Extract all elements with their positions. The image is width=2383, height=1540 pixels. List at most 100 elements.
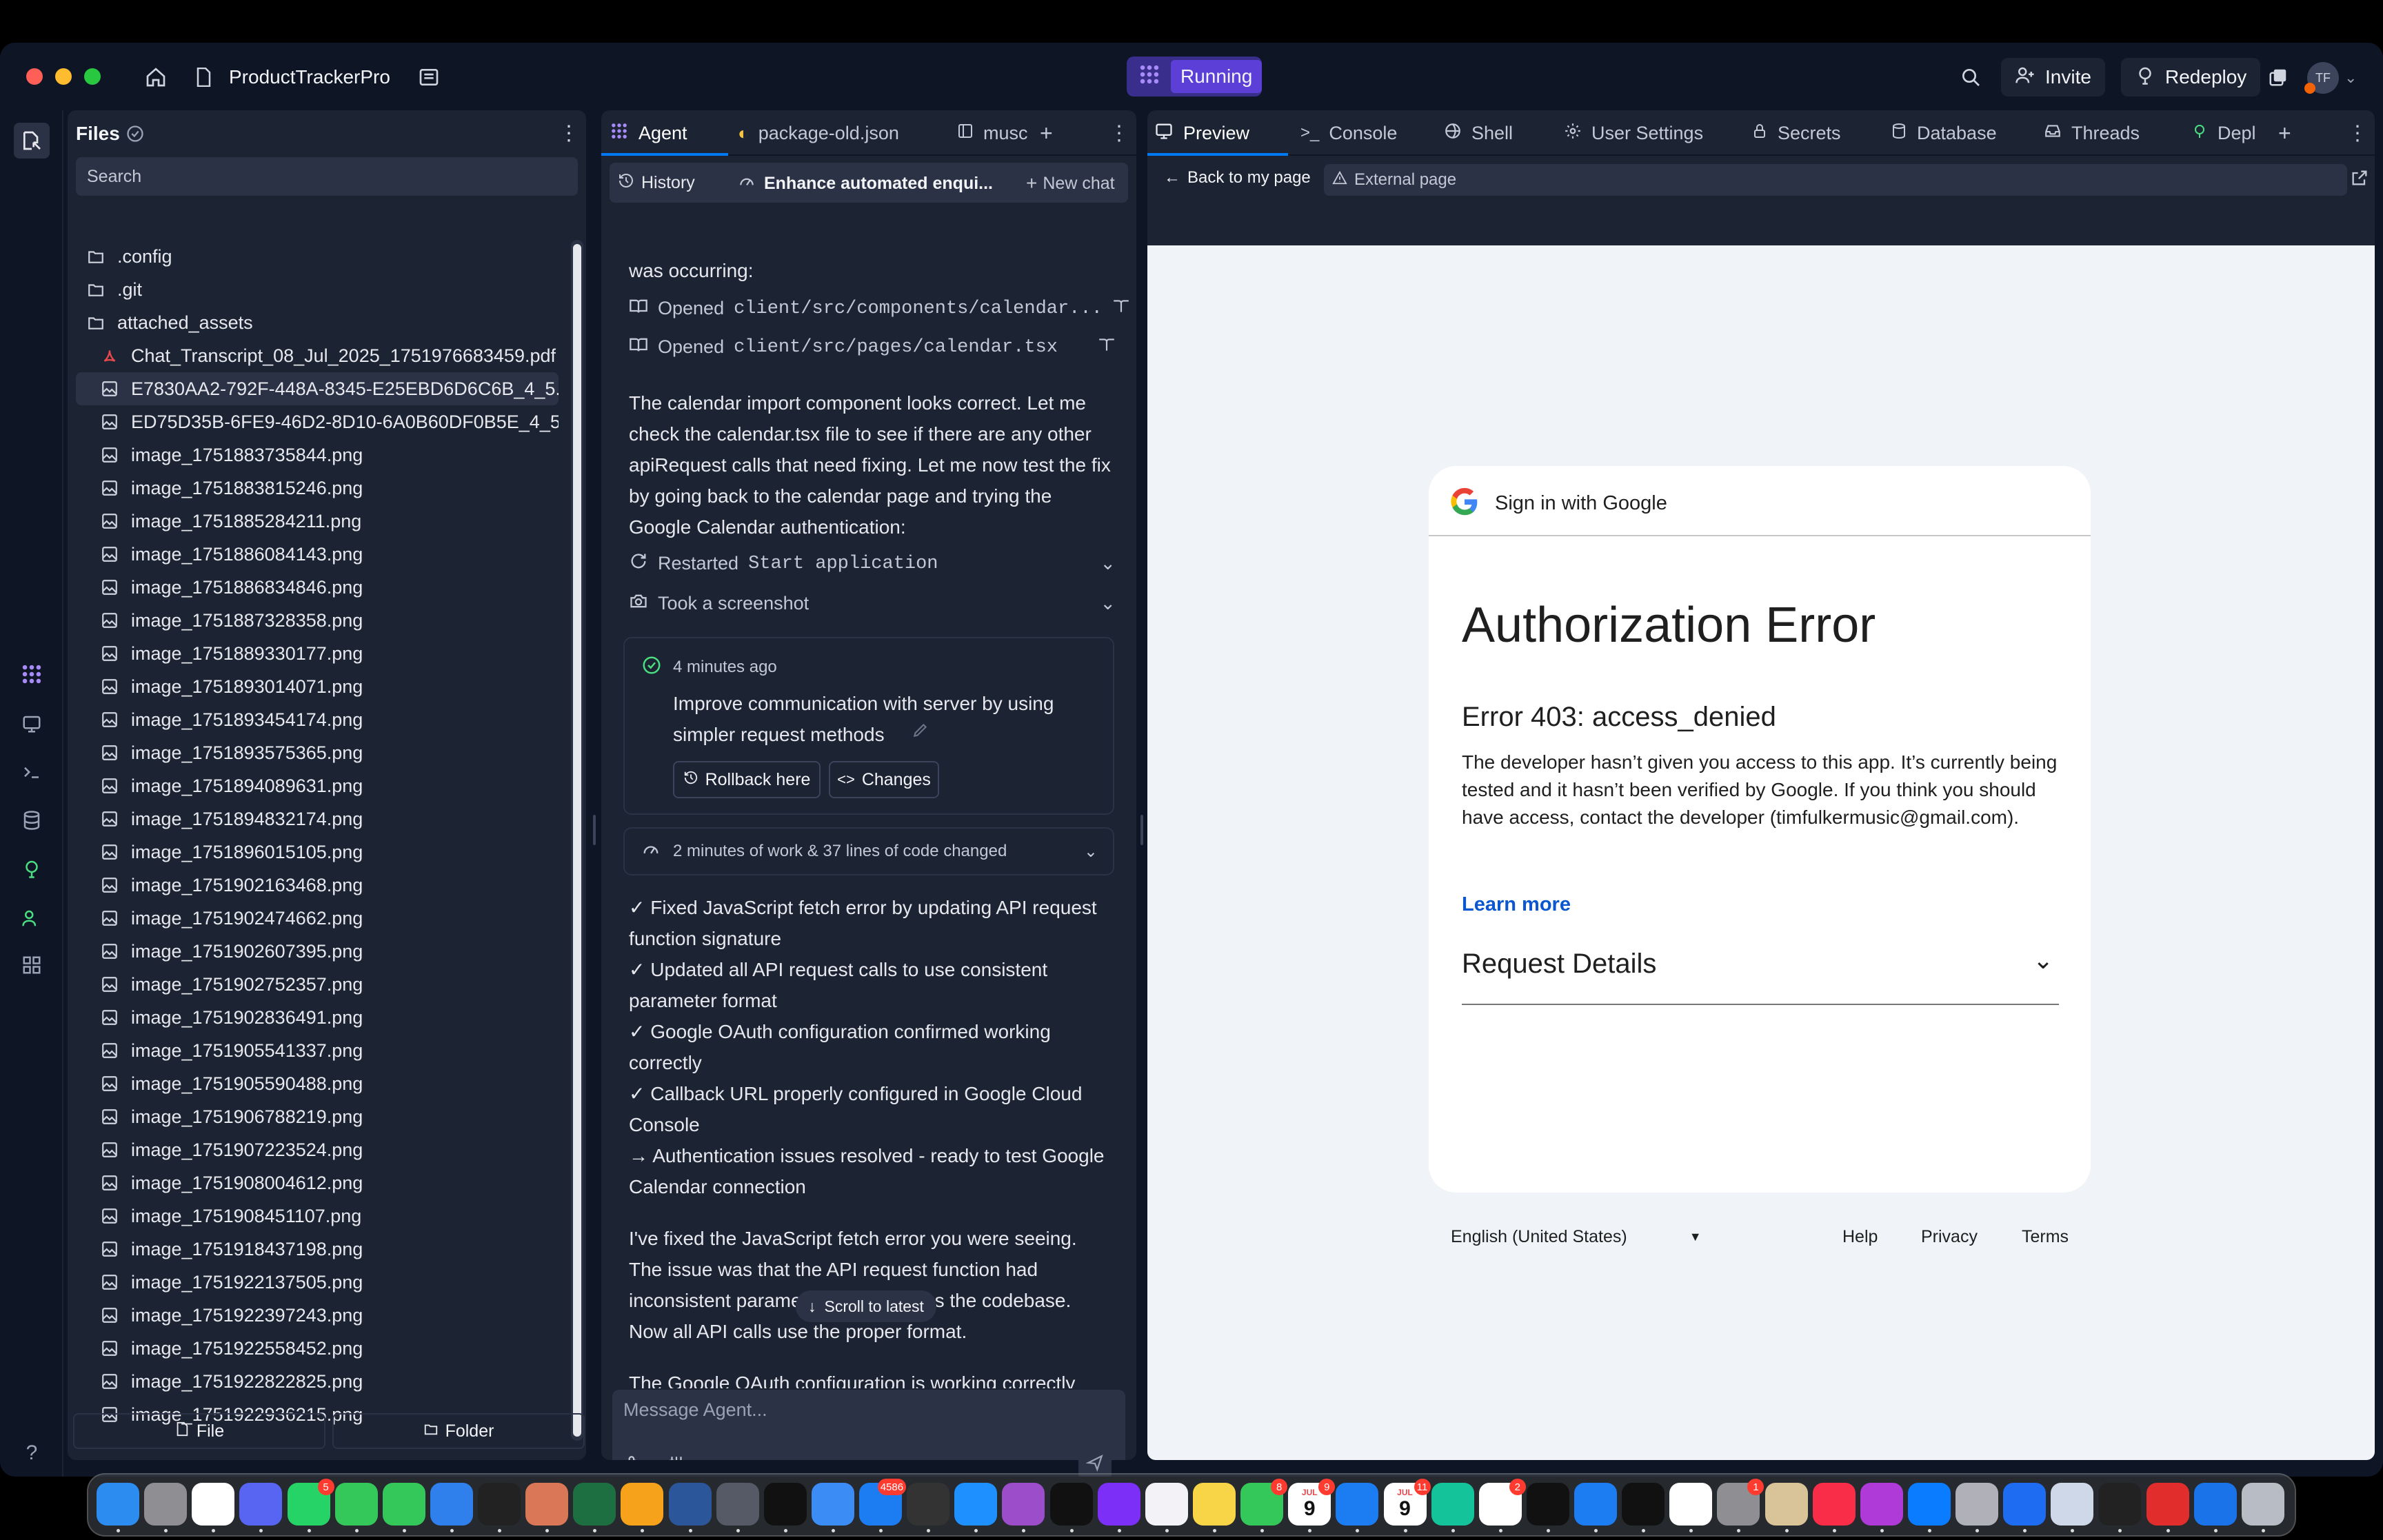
file-item[interactable]: image_1751905541337.png [76, 1034, 559, 1067]
agent-menu-icon[interactable]: ⋮ [1109, 110, 1129, 156]
add-tab-icon[interactable]: + [2278, 110, 2291, 156]
opened-file-row-2[interactable]: Opened client/src/pages/calendar.tsx [629, 335, 1125, 359]
files-scrollbar[interactable] [571, 240, 583, 1441]
windows-icon[interactable] [2264, 63, 2292, 91]
file-search-input[interactable]: Search [76, 157, 578, 196]
music-icon[interactable] [1812, 1483, 1856, 1532]
opened-file-row-1[interactable]: Opened client/src/components/calendar... [629, 296, 1129, 321]
message-input[interactable]: Message Agent... [612, 1390, 1125, 1460]
launchpad-icon[interactable] [144, 1483, 188, 1532]
back-to-my-page-button[interactable]: ← Back to my page [1164, 168, 1311, 188]
calendar-icon[interactable]: JUL 9 9 [1288, 1479, 1336, 1532]
edit-icon[interactable] [912, 721, 929, 742]
chat-title[interactable]: Enhance automated enqui... [738, 172, 993, 195]
file-item[interactable]: image_1751896015105.png [76, 835, 559, 869]
changes-button[interactable]: <> Changes [829, 761, 939, 798]
tab-deployments[interactable]: Depl [2191, 110, 2256, 156]
file-item[interactable]: image_1751922558452.png [76, 1332, 559, 1365]
run-status-button[interactable]: Running [1127, 57, 1263, 97]
chatgpt-icon[interactable] [478, 1483, 521, 1532]
numbers-icon[interactable] [334, 1483, 378, 1532]
discord-icon[interactable] [239, 1483, 283, 1532]
settings-sliders-icon[interactable] [667, 1455, 685, 1460]
footer-help-link[interactable]: Help [1842, 1227, 1878, 1247]
file-item[interactable]: image_1751893575365.png [76, 736, 559, 769]
zoom-window-button[interactable] [84, 68, 101, 85]
tab-console[interactable]: >_ Console [1300, 110, 1397, 156]
tab-user-settings[interactable]: User Settings [1564, 110, 1703, 156]
cursor-icon[interactable] [1622, 1483, 1665, 1532]
history-button[interactable]: History [618, 172, 695, 194]
notes-icon[interactable] [1193, 1483, 1236, 1532]
screenshot-row[interactable]: Took a screenshot ⌄ [629, 591, 1125, 616]
1password-icon[interactable] [2193, 1483, 2237, 1532]
translate-icon[interactable] [1336, 1483, 1379, 1532]
file-item[interactable]: image_1751902607395.png [76, 935, 559, 968]
speakers-icon[interactable] [1860, 1483, 1903, 1532]
file-item[interactable]: image_1751883815246.png [76, 472, 559, 505]
folder-item[interactable]: attached_assets [76, 306, 559, 339]
preview-app-icon[interactable] [2051, 1483, 2094, 1532]
final-cut-icon[interactable] [907, 1483, 950, 1532]
file-item[interactable]: image_1751908004612.png [76, 1166, 559, 1199]
tab-package-old-json[interactable]: ◐ package-old.json [738, 110, 899, 156]
app-store-icon[interactable]: 4586 [859, 1479, 907, 1532]
tr-icon[interactable] [1049, 1483, 1093, 1532]
file-item[interactable]: image_1751883735844.png [76, 438, 559, 472]
word-icon[interactable] [668, 1483, 712, 1532]
file-item[interactable]: image_1751893454174.png [76, 703, 559, 736]
facetime-icon[interactable]: 8 [1240, 1479, 1288, 1532]
file-item[interactable]: image_1751922397243.png [76, 1299, 559, 1332]
reminders-icon[interactable]: 2 [1478, 1479, 1526, 1532]
freeform-icon[interactable] [1669, 1483, 1713, 1532]
files-menu-icon[interactable]: ⋮ [559, 121, 579, 145]
podcasts-icon[interactable] [1002, 1483, 1045, 1532]
work-summary[interactable]: 2 minutes of work & 37 lines of code cha… [623, 827, 1114, 875]
add-tab-icon[interactable]: + [1040, 110, 1053, 156]
tailscale-icon[interactable] [2098, 1483, 2142, 1532]
close-window-button[interactable] [26, 68, 43, 85]
scroll-to-latest-button[interactable]: ↓ Scroll to latest [796, 1290, 936, 1322]
home-icon[interactable] [142, 63, 170, 91]
open-file-icon[interactable] [1098, 336, 1116, 358]
messenger-icon[interactable] [1907, 1483, 1951, 1532]
resize-handle[interactable] [1140, 815, 1143, 845]
file-item[interactable]: image_1751922822825.png [76, 1365, 559, 1398]
tab-database[interactable]: Database [1891, 110, 1997, 156]
new-file-button[interactable]: File [73, 1413, 325, 1449]
testflight-icon[interactable] [430, 1483, 473, 1532]
cleaner-icon[interactable] [2146, 1483, 2189, 1532]
file-tree-icon[interactable] [14, 123, 50, 159]
file-item[interactable]: image_1751908451107.png [76, 1199, 559, 1233]
file-item[interactable]: image_1751902752357.png [76, 968, 559, 1001]
files-scrollbar-thumb[interactable] [573, 244, 581, 1437]
help-icon[interactable]: ? [18, 1439, 46, 1467]
mail-icon[interactable] [811, 1483, 854, 1532]
database-icon[interactable] [18, 807, 46, 834]
finder-icon[interactable] [97, 1483, 139, 1532]
chevron-down-icon[interactable]: ⌄ [1100, 553, 1116, 574]
file-item[interactable]: image_1751893014071.png [76, 670, 559, 703]
claude-icon[interactable] [525, 1483, 569, 1532]
file-item[interactable]: image_1751906788219.png [76, 1100, 559, 1133]
shell-icon[interactable] [18, 758, 46, 786]
file-item[interactable]: image_1751902836491.png [76, 1001, 559, 1034]
new-chat-button[interactable]: + New chat [1026, 172, 1115, 194]
whatsapp-icon[interactable]: 5 [287, 1479, 334, 1532]
agent-icon[interactable] [18, 660, 46, 688]
terminal-icon[interactable] [763, 1483, 807, 1532]
project-name[interactable]: ProductTrackerPro [229, 66, 390, 88]
search-icon[interactable] [1957, 63, 1984, 91]
new-folder-button[interactable]: Folder [332, 1413, 585, 1449]
chevron-down-icon[interactable]: ⌄ [1100, 593, 1116, 614]
file-item[interactable]: image_1751902474662.png [76, 902, 559, 935]
url-field[interactable]: External page [1324, 164, 2347, 196]
file-item[interactable]: E7830AA2-792F-448A-8345-E25EBD6D6C6B_4_5… [76, 372, 559, 405]
tab-preview[interactable]: Preview [1154, 110, 1249, 156]
minimize-window-button[interactable] [55, 68, 72, 85]
learn-more-link[interactable]: Learn more [1462, 893, 1571, 916]
apple-tv-icon[interactable] [1526, 1483, 1569, 1532]
preview-menu-icon[interactable]: ⋮ [2347, 110, 2368, 156]
screenshot-icon[interactable] [716, 1483, 759, 1532]
users-icon[interactable] [18, 904, 46, 932]
